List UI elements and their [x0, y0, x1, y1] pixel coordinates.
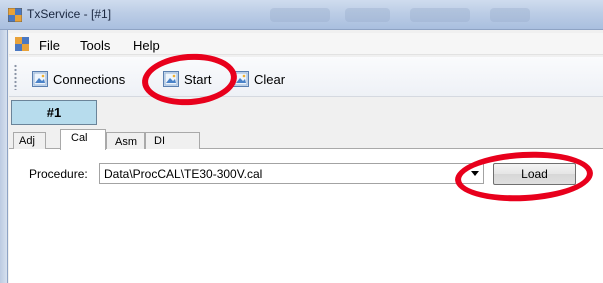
tab-adj[interactable]: Adj: [13, 132, 46, 149]
document-tab-label: #1: [46, 105, 62, 120]
toolbar-grip[interactable]: [14, 64, 17, 90]
connections-button[interactable]: Connections: [32, 70, 125, 88]
image-icon: [32, 71, 48, 87]
procedure-value: Data\ProcCAL\TE30-300V.cal: [104, 167, 263, 181]
document-tab-1[interactable]: #1: [11, 100, 97, 125]
menu-tools[interactable]: Tools: [80, 38, 110, 53]
tab-cal-label: Cal: [71, 132, 88, 144]
menu-help[interactable]: Help: [133, 38, 160, 53]
tab-adj-label: Adj: [19, 135, 35, 147]
tab-di-label: DI: [154, 135, 165, 147]
tab-di[interactable]: DI: [145, 132, 200, 149]
window-title: TxService - [#1]: [27, 7, 112, 21]
tab-cal[interactable]: Cal: [60, 129, 106, 150]
tab-asm-label: Asm: [115, 136, 137, 148]
window-left-border: [0, 30, 8, 283]
connections-label: Connections: [53, 71, 126, 87]
tab-asm[interactable]: Asm: [106, 132, 145, 149]
mdi-child-icon[interactable]: [15, 37, 29, 51]
document-tab-strip: [9, 97, 603, 127]
app-icon: [8, 8, 22, 22]
clear-label: Clear: [254, 71, 286, 87]
clear-button[interactable]: Clear: [233, 70, 285, 88]
menu-file[interactable]: File: [39, 38, 60, 53]
procedure-label: Procedure:: [29, 167, 88, 181]
